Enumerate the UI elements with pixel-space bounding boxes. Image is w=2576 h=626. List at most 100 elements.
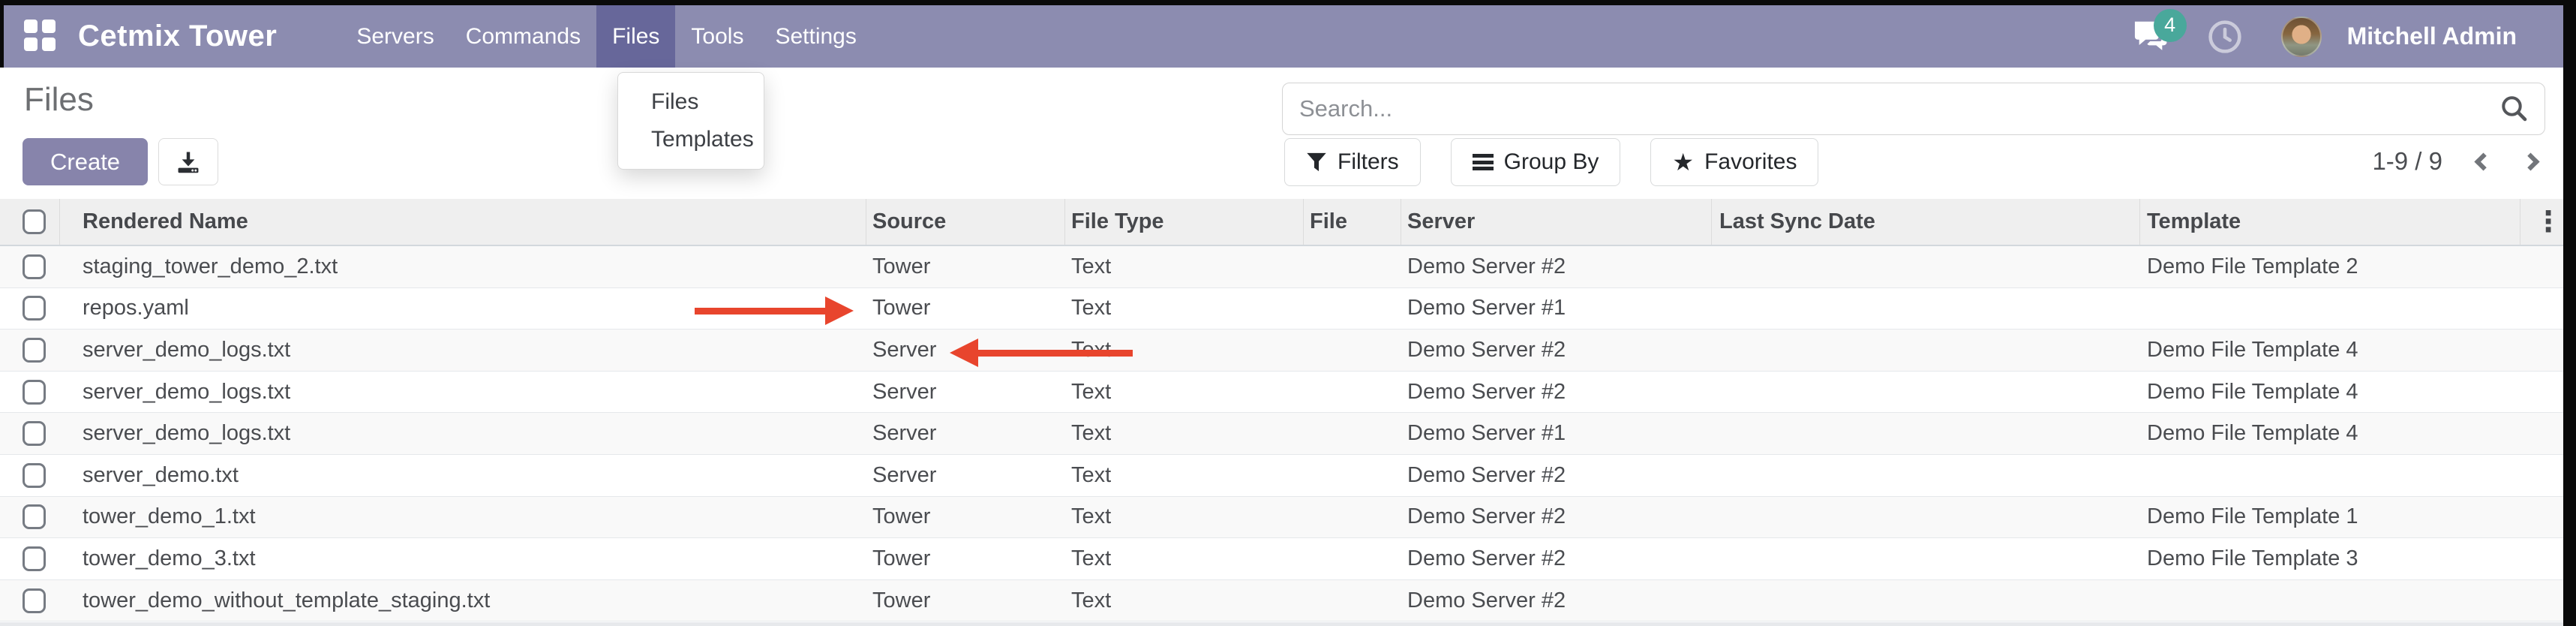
page-title: Files [24,81,94,119]
group-by-button[interactable]: Group By [1451,138,1621,186]
row-cell-select [0,413,60,454]
header-cell-filetype[interactable]: File Type [1065,199,1304,245]
clock-icon [2206,18,2244,56]
table-row[interactable]: server_demo_logs.txtServerTextDemo Serve… [0,413,2563,455]
row-cell-name: tower_demo_3.txt [60,538,866,579]
row-cell-name: repos.yaml [60,288,866,330]
row-cell-server: Demo Server #2 [1401,497,1712,538]
table-row[interactable]: tower_demo_3.txtTowerTextDemo Server #2D… [0,538,2563,580]
row-cell-select [0,580,60,621]
pager-next-icon[interactable] [2521,152,2539,170]
dropdown-item-files[interactable]: Files [618,83,764,121]
row-cell-tmpl: Demo File Template 1 [2140,497,2520,538]
table-row[interactable]: tower_demo_1.txtTowerTextDemo Server #2D… [0,497,2563,539]
dropdown-item-templates[interactable]: Templates [618,121,764,158]
row-cell-spacer [2520,580,2563,621]
row-cell-name: tower_demo_without_template_staging.txt [60,580,866,621]
table-row[interactable]: repos.yamlTowerTextDemo Server #1 [0,288,2563,330]
menu-item-files[interactable]: Files [596,5,675,68]
row-cell-spacer [2520,455,2563,496]
row-cell-file [1304,538,1401,579]
row-cell-sync [1712,330,2140,371]
header-cell-server[interactable]: Server [1401,199,1712,245]
apps-grid-square [24,38,38,51]
row-cell-select [0,288,60,330]
row-checkbox[interactable] [23,546,46,571]
row-cell-sync [1712,497,2140,538]
row-cell-select [0,455,60,496]
row-cell-select [0,497,60,538]
files-dropdown-menu: FilesTemplates [617,72,764,170]
pager-previous-icon[interactable] [2474,152,2492,170]
menu-item-commands[interactable]: Commands [450,5,596,68]
row-checkbox[interactable] [23,338,46,363]
top-navbar: Cetmix Tower ServersCommandsFilesToolsSe… [0,5,2563,68]
row-checkbox[interactable] [23,588,46,613]
row-cell-server: Demo Server #2 [1401,455,1712,496]
row-cell-select [0,246,60,287]
row-cell-file [1304,497,1401,538]
row-checkbox[interactable] [23,254,46,279]
filters-label: Filters [1338,149,1399,175]
pagination-range: 1-9 / 9 [2372,147,2442,176]
filters-button[interactable]: Filters [1284,138,1421,186]
row-checkbox[interactable] [23,296,46,321]
header-cell-name[interactable]: Rendered Name [60,199,866,245]
create-button[interactable]: Create [23,138,148,185]
row-cell-tmpl: Demo File Template 4 [2140,372,2520,413]
favorites-button[interactable]: ★ Favorites [1650,138,1818,186]
app-brand[interactable]: Cetmix Tower [78,20,277,53]
header-cell-tmpl[interactable]: Template [2140,199,2520,245]
row-cell-select [0,372,60,413]
row-cell-tmpl [2140,455,2520,496]
funnel-icon [1306,152,1327,173]
screen: Cetmix Tower ServersCommandsFilesToolsSe… [0,0,2576,626]
table-row[interactable]: staging_tower_demo_2.txtTowerTextDemo Se… [0,246,2563,288]
search-icon[interactable] [2499,93,2530,125]
table-row[interactable]: server_demo_logs.txtServerTextDemo Serve… [0,330,2563,372]
apps-grid-square [42,38,56,51]
row-cell-spacer [2520,497,2563,538]
screen-right-border [2563,0,2576,626]
row-checkbox[interactable] [23,380,46,405]
row-cell-sync [1712,580,2140,621]
row-cell-file [1304,288,1401,330]
row-cell-filetype: Text [1065,372,1304,413]
header-cell-sync[interactable]: Last Sync Date [1712,199,2140,245]
row-cell-source: Server [866,330,1065,371]
activities-icon[interactable] [2206,18,2244,56]
row-cell-name: server_demo_logs.txt [60,372,866,413]
header-cell-source[interactable]: Source [866,199,1065,245]
row-cell-server: Demo Server #1 [1401,288,1712,330]
row-checkbox[interactable] [23,463,46,488]
row-cell-server: Demo Server #1 [1401,413,1712,454]
apps-grid-square [42,20,56,33]
menu-item-tools[interactable]: Tools [675,5,759,68]
row-cell-server: Demo Server #2 [1401,580,1712,621]
row-cell-source: Server [866,413,1065,454]
menu-item-servers[interactable]: Servers [341,5,449,68]
row-cell-tmpl: Demo File Template 4 [2140,413,2520,454]
user-menu[interactable]: Mitchell Admin [2347,23,2517,50]
row-cell-sync [1712,413,2140,454]
messages-button[interactable]: 4 [2131,18,2173,56]
optional-columns-icon[interactable]: ⋮ [2520,199,2563,245]
search-input[interactable] [1282,83,2545,135]
navbar-right: 4 Mitchell Admin [2131,17,2517,57]
table-row[interactable]: tower_demo_without_template_staging.txtT… [0,580,2563,622]
row-cell-tmpl: Demo File Template 4 [2140,330,2520,371]
user-avatar[interactable] [2281,17,2322,57]
apps-grid-icon[interactable] [24,20,59,54]
header-cell-file[interactable]: File [1304,199,1401,245]
menu-item-settings[interactable]: Settings [759,5,872,68]
row-cell-sync [1712,288,2140,330]
row-checkbox[interactable] [23,421,46,446]
table-row[interactable]: server_demo.txtServerTextDemo Server #2 [0,455,2563,497]
row-checkbox[interactable] [23,504,46,529]
select-all-checkbox[interactable] [23,209,46,234]
table-row[interactable]: server_demo_logs.txtServerTextDemo Serve… [0,372,2563,414]
import-button[interactable] [158,138,218,185]
row-cell-select [0,538,60,579]
row-cell-spacer [2520,288,2563,330]
row-cell-spacer [2520,413,2563,454]
